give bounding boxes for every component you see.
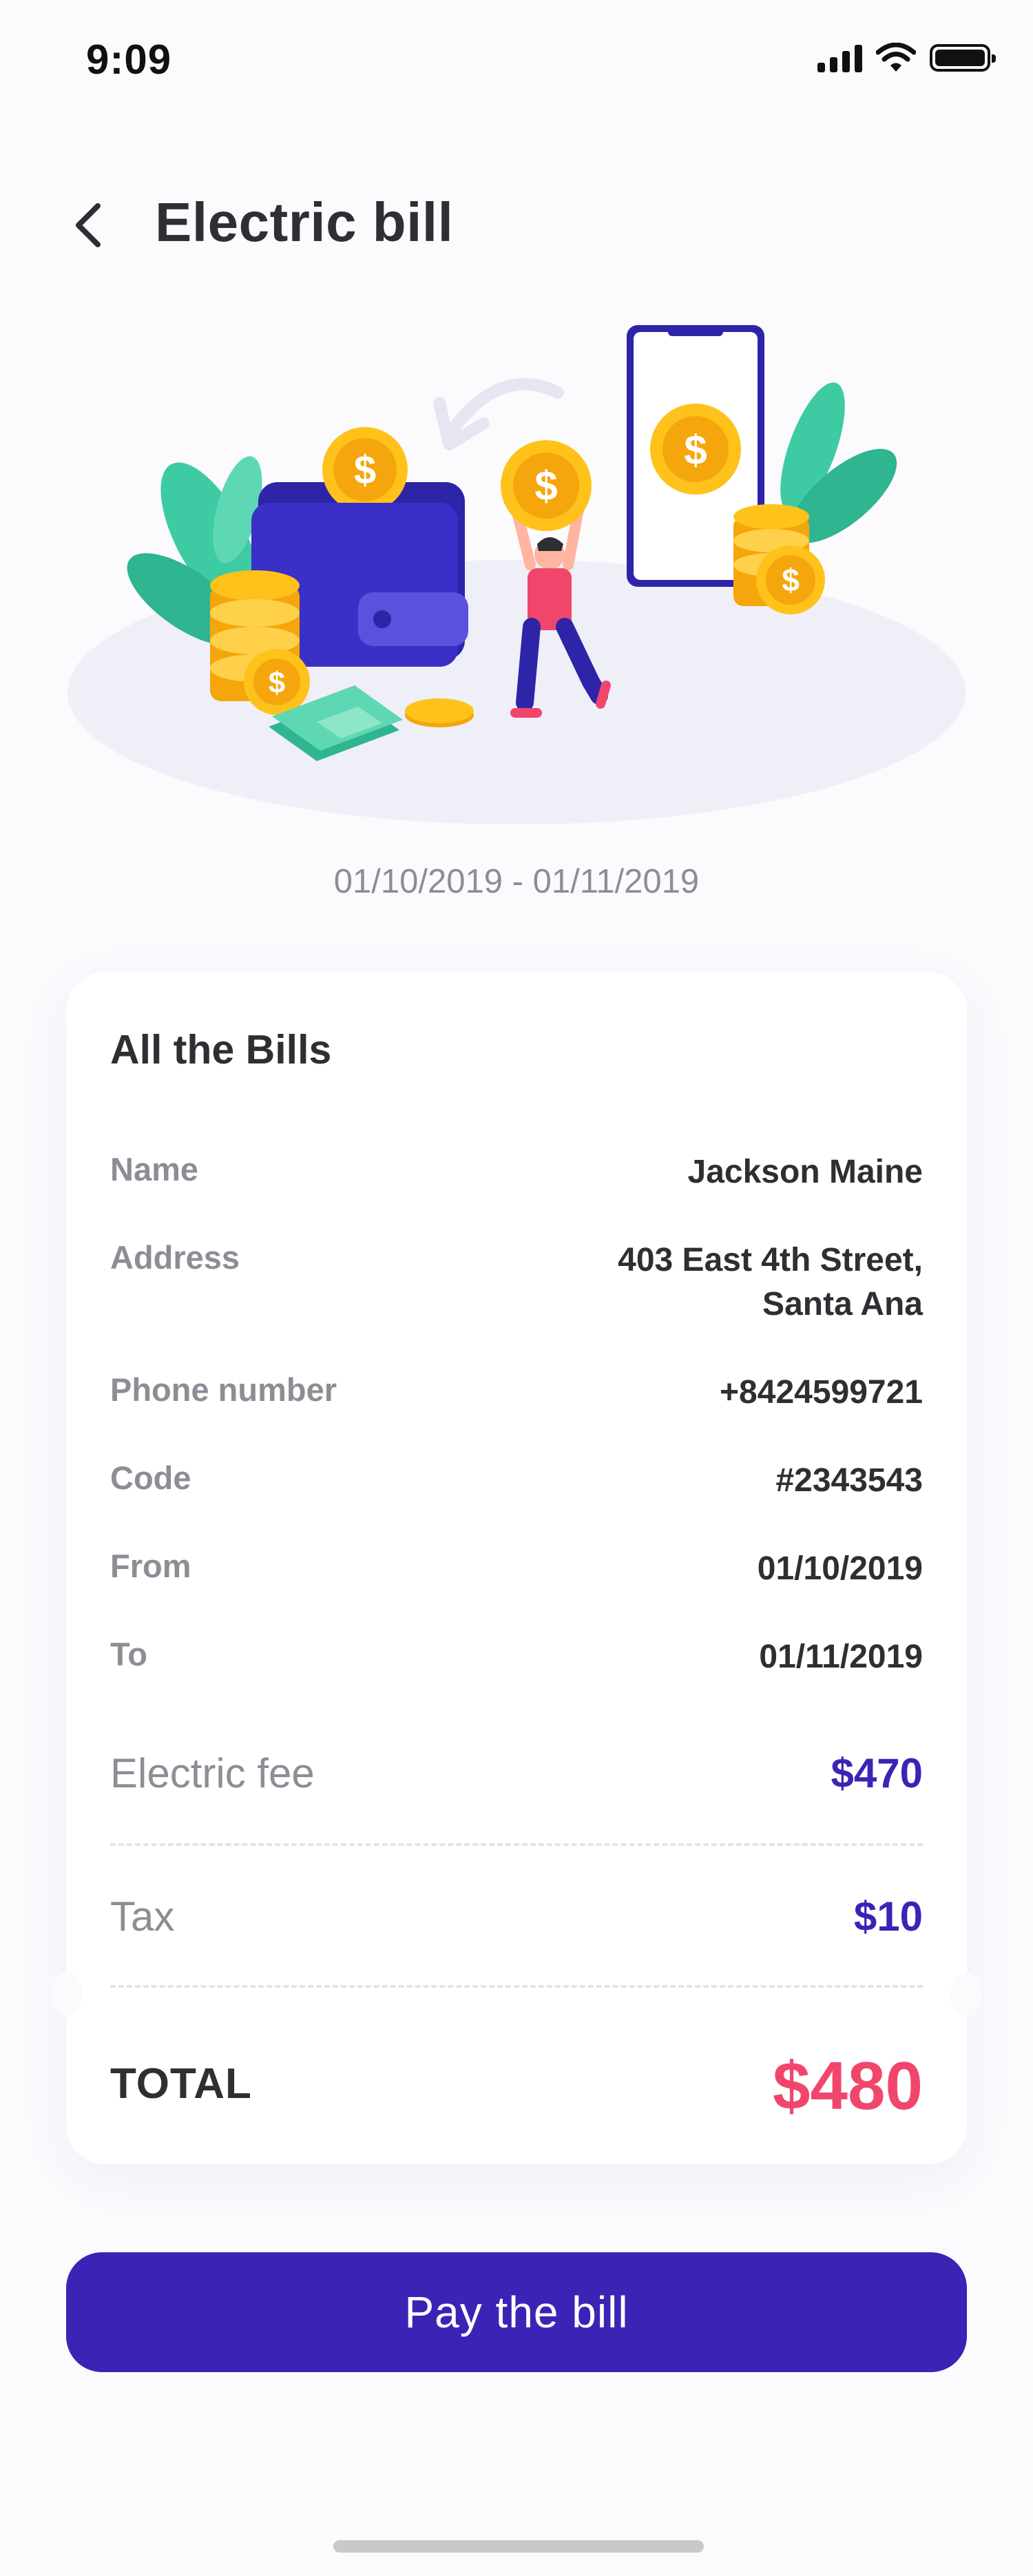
wifi-icon: [876, 43, 916, 72]
fee-value: $470: [831, 1750, 923, 1796]
coin-icon: $: [210, 570, 310, 715]
page-title: Electric bill: [155, 191, 454, 253]
signal-icon: [817, 43, 862, 72]
arrow-icon: [433, 377, 564, 450]
row-label: Code: [110, 1460, 191, 1496]
header: Electric bill: [0, 176, 1033, 265]
status-time: 9:09: [86, 37, 172, 83]
address-line-1: 403 East 4th Street,: [618, 1242, 923, 1278]
card-title: All the Bills: [110, 1027, 332, 1072]
row-value: +8424599721: [720, 1374, 923, 1411]
svg-text:$: $: [782, 562, 800, 598]
status-icons: [817, 43, 996, 73]
row-value: 01/10/2019: [757, 1550, 923, 1587]
svg-text:$: $: [269, 666, 285, 700]
home-indicator[interactable]: [333, 2540, 704, 2553]
svg-text:$: $: [684, 427, 707, 473]
status-bar: 9:09: [0, 0, 1033, 124]
illustration: $ $ $ $ $: [67, 325, 966, 824]
row-value: #2343543: [775, 1462, 923, 1499]
svg-text:$: $: [354, 448, 376, 492]
total-label: TOTAL: [110, 2060, 252, 2108]
row-label: Name: [110, 1151, 199, 1187]
fee-value: $10: [853, 1893, 923, 1940]
row-label: To: [110, 1636, 147, 1672]
battery-icon: [930, 44, 996, 72]
fee-label: Electric fee: [110, 1750, 315, 1796]
address-line-2: Santa Ana: [762, 1286, 923, 1322]
chevron-left-icon[interactable]: [63, 188, 118, 254]
dashed-divider: [110, 1843, 923, 1846]
row-label: Phone number: [110, 1371, 337, 1408]
bill-card: All the Bills Name Jackson Maine Address…: [66, 973, 967, 2164]
fee-label: Tax: [110, 1893, 175, 1940]
row-label: Address: [110, 1239, 240, 1276]
row-value: 01/11/2019: [759, 1639, 923, 1675]
coin-icon: [405, 698, 474, 727]
svg-text:$: $: [534, 463, 557, 509]
card-notch-right: [950, 1973, 982, 2017]
row-value: Jackson Maine: [687, 1154, 923, 1190]
date-range: 01/10/2019 - 01/11/2019: [333, 863, 700, 900]
dashed-divider: [110, 1985, 923, 1988]
coin-icon: $: [501, 440, 592, 531]
card-notch-left: [51, 1973, 83, 2017]
row-value: 403 East 4th Street, Santa Ana: [618, 1238, 923, 1327]
pay-bill-button[interactable]: Pay the bill: [66, 2252, 967, 2372]
total-value: $480: [772, 2048, 923, 2123]
row-label: From: [110, 1548, 191, 1584]
